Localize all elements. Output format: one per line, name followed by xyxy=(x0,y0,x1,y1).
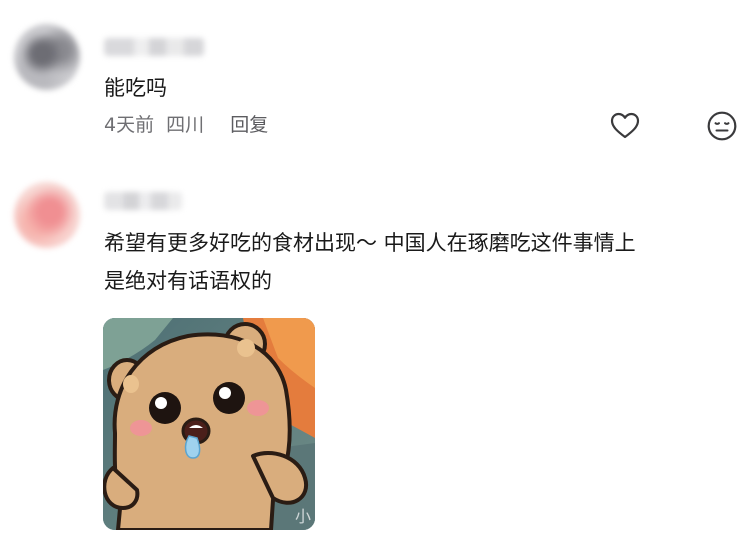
sticker-watermark: 小 xyxy=(295,507,311,526)
comment-text-line-2: 是绝对有话语权的 xyxy=(104,269,272,293)
neutral-face-icon[interactable] xyxy=(705,109,739,143)
avatar[interactable] xyxy=(14,182,80,248)
comment-time: 4天前 xyxy=(104,114,155,136)
comment-text-line-1: 希望有更多好吃的食材出现～ 中国人在琢磨吃这件事情上 xyxy=(104,231,636,255)
comment-text: 能吃吗 xyxy=(104,76,167,100)
comment-location: 四川 xyxy=(166,114,205,136)
username-blurred[interactable] xyxy=(104,38,204,56)
reply-button[interactable]: 回复 xyxy=(230,114,268,136)
username-blurred[interactable] xyxy=(104,192,182,210)
comment-meta: 4天前 四川 回复 xyxy=(104,112,274,138)
avatar[interactable] xyxy=(14,24,80,90)
heart-icon[interactable] xyxy=(608,109,642,143)
drooling-bear-sticker[interactable]: 小 xyxy=(103,318,315,530)
